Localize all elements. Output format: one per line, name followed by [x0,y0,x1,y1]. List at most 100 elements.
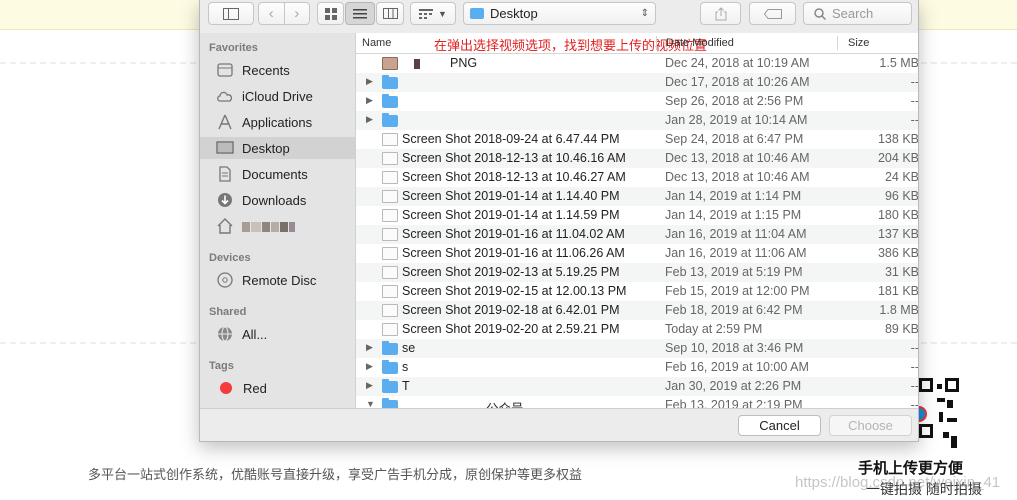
icon-view-button[interactable] [317,2,344,25]
file-row[interactable]: Screen Shot 2019-01-16 at 11.04.02 AM Ja… [356,225,918,244]
folder-icon [470,8,484,19]
folder-row[interactable]: ▶ Jan 28, 2019 at 10:14 AM -- [356,111,918,130]
disclosure-triangle-icon[interactable]: ▶ [366,95,373,106]
search-icon [814,7,826,20]
sidebar-item-label: Remote Disc [242,272,317,288]
disclosure-triangle-icon[interactable]: ▶ [366,342,373,353]
file-size: 138 KB [877,132,919,146]
file-date: Sep 24, 2018 at 6:47 PM [665,132,804,146]
list-view-icon [353,8,367,18]
folder-row[interactable]: ▼ 公众号 Feb 13, 2019 at 2:19 PM -- [356,396,918,408]
watermark: https://blog.csdn.net/weixin_41 [795,474,1001,491]
file-date: Feb 16, 2019 at 10:00 AM [665,360,809,374]
tag-button[interactable] [749,2,796,25]
search-field[interactable]: Search [803,2,912,25]
file-name: PNG [414,56,477,70]
column-header-date[interactable]: Date Modified [666,37,734,49]
disc-icon [216,272,234,288]
file-row[interactable]: Screen Shot 2019-02-20 at 2.59.21 PM Tod… [356,320,918,339]
folder-icon [382,75,398,89]
sidebar-item-applications[interactable]: Applications [200,111,355,133]
clock-icon [216,62,234,78]
file-size: 24 KB [884,170,919,184]
file-row[interactable]: Screen Shot 2019-01-14 at 1.14.59 PM Jan… [356,206,918,225]
sidebar-item-label: Documents [242,166,308,182]
disclosure-triangle-icon[interactable]: ▶ [366,76,373,87]
folder-row[interactable]: ▶ Dec 17, 2018 at 10:26 AM -- [356,73,919,92]
file-date: Dec 17, 2018 at 10:26 AM [665,75,810,89]
chevron-down-icon: ▼ [438,8,447,19]
dialog-toolbar: ‹ › ▼ Desktop ⇕ Search [200,0,918,30]
cancel-button[interactable]: Cancel [738,415,821,436]
file-row[interactable]: Screen Shot 2019-01-16 at 11.06.26 AM Ja… [356,244,918,263]
file-row[interactable]: Screen Shot 2018-12-13 at 10.46.27 AM De… [356,168,919,187]
column-view-button[interactable] [376,2,404,25]
sidebar-item-label: All... [242,326,268,342]
file-size: -- [910,75,919,89]
list-view-button[interactable] [345,2,375,25]
disclosure-triangle-icon[interactable]: ▶ [366,114,373,125]
back-button[interactable]: ‹ [259,5,284,22]
file-row[interactable]: Screen Shot 2019-02-15 at 12.00.13 PM Fe… [356,282,918,301]
file-date: Feb 18, 2019 at 6:42 PM [665,303,803,317]
file-name: Screen Shot 2019-02-18 at 6.42.01 PM [402,303,620,317]
file-row[interactable]: PNG Dec 24, 2018 at 10:19 AM 1.5 MB [356,54,918,73]
column-header-size[interactable]: Size [848,37,869,49]
sidebar-item-icloud-drive[interactable]: iCloud Drive [200,85,355,107]
folder-name: s [402,360,409,374]
file-name: Screen Shot 2018-09-24 at 6.47.44 PM [402,132,620,146]
folder-row[interactable]: ▶ s Feb 16, 2019 at 10:00 AM -- [356,358,918,377]
sidebar-item-label: Red [243,380,267,396]
sidebar-header-tags: Tags [209,360,234,372]
file-name: Screen Shot 2019-02-20 at 2.59.21 PM [402,322,620,336]
folder-row[interactable]: ▶ T Jan 30, 2019 at 2:26 PM -- [356,377,919,396]
dialog-bottom-bar: Cancel Choose [200,408,918,441]
choose-button[interactable]: Choose [829,415,912,436]
file-date: Jan 30, 2019 at 2:26 PM [665,379,802,393]
file-size: 204 KB [877,151,919,165]
file-date: Feb 15, 2019 at 12:00 PM [665,284,810,298]
screenshot-file-icon [382,247,398,260]
file-row[interactable]: Screen Shot 2019-01-14 at 1.14.40 PM Jan… [356,187,918,206]
location-popup[interactable]: Desktop ⇕ [463,2,656,25]
screenshot-file-icon [382,152,398,165]
tag-icon [763,8,782,19]
sidebar-toggle-button[interactable] [208,2,254,25]
file-name: Screen Shot 2019-01-14 at 1.14.59 PM [402,208,620,222]
file-size: -- [910,379,919,393]
sidebar-item-downloads[interactable]: Downloads [200,189,355,211]
folder-row[interactable]: ▶ se Sep 10, 2018 at 3:46 PM -- [356,339,918,358]
share-button[interactable] [700,2,741,25]
sidebar-item-desktop[interactable]: Desktop [200,137,355,159]
qr-code[interactable] [911,378,959,452]
column-header-name[interactable]: Name [362,37,391,49]
folder-row[interactable]: ▶ Sep 26, 2018 at 2:56 PM -- [356,92,918,111]
disclosure-triangle-icon[interactable]: ▶ [366,361,373,372]
file-row[interactable]: Screen Shot 2018-09-24 at 6.47.44 PM Sep… [356,130,919,149]
disclosure-triangle-icon[interactable]: ▶ [366,380,373,391]
screenshot-file-icon [382,323,398,336]
group-by-button[interactable]: ▼ [410,2,456,25]
location-label: Desktop [490,6,538,21]
file-row[interactable]: Screen Shot 2018-12-13 at 10.46.16 AM De… [356,149,919,168]
screenshot-file-icon [382,133,398,146]
sidebar-item-shared-all[interactable]: All... [200,323,355,345]
file-list: Name 在弹出选择视频选项，找到想要上传的视频位置 Date Modified… [355,33,919,408]
sidebar-item-remote-disc[interactable]: Remote Disc [200,269,355,291]
forward-button[interactable]: › [285,5,310,22]
folder-icon [382,379,398,393]
file-row[interactable]: Screen Shot 2019-02-13 at 5.19.25 PM Feb… [356,263,918,282]
sidebar-item-recents[interactable]: Recents [200,59,355,81]
sidebar-item-documents[interactable]: Documents [200,163,355,185]
screenshot-file-icon [382,171,398,184]
share-icon [715,6,726,20]
screenshot-file-icon [382,304,398,317]
file-list-header: Name 在弹出选择视频选项，找到想要上传的视频位置 Date Modified… [356,33,918,54]
sidebar-item-label: iCloud Drive [242,88,313,104]
sidebar-item-tag-red[interactable]: Red [200,377,355,399]
disclosure-triangle-icon[interactable]: ▼ [366,399,375,408]
footer-description: 多平台一站式创作系统，优酷账号直接升级，享受广告手机分成，原创保护等更多权益 [88,467,583,482]
file-date: Jan 16, 2019 at 11:06 AM [665,246,807,260]
file-row[interactable]: Screen Shot 2019-02-18 at 6.42.01 PM Feb… [356,301,918,320]
sidebar-item-home[interactable] [200,215,355,237]
